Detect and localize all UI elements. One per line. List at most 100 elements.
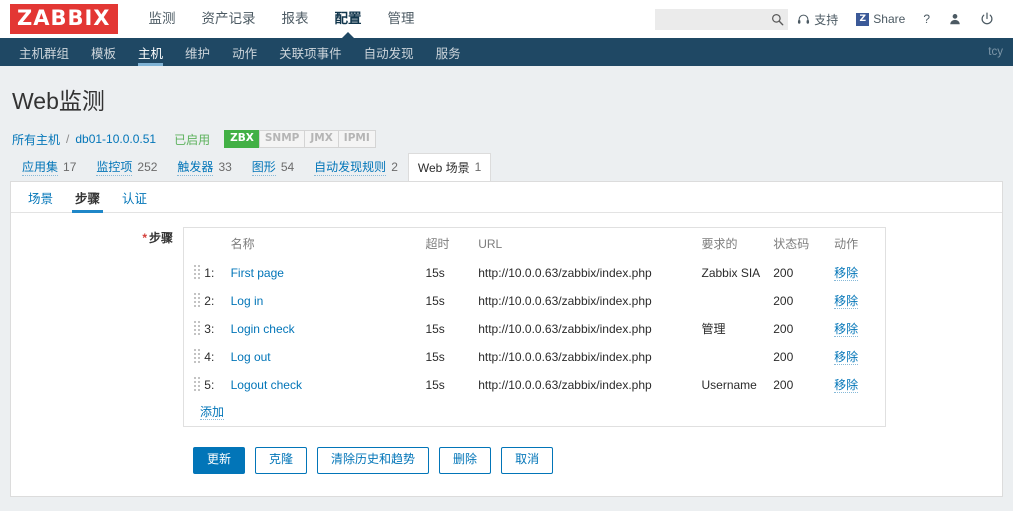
step-name-link[interactable]: First page	[231, 266, 284, 280]
row-number: 1:	[204, 265, 215, 280]
col-number	[204, 231, 224, 259]
support-link[interactable]: 支持	[788, 0, 847, 38]
col-action: 动作	[834, 237, 859, 252]
cancel-button[interactable]: 取消	[501, 447, 554, 474]
subnav-item-host-groups[interactable]: 主机群组	[8, 38, 80, 66]
entity-graphs[interactable]: 图形 54	[242, 153, 304, 181]
drag-handle-icon[interactable]	[194, 293, 204, 308]
zabbix-share-icon: Z	[856, 12, 870, 26]
step-timeout: 15s	[425, 349, 445, 364]
entity-triggers-link[interactable]: 触发器	[177, 158, 214, 177]
drag-handle-cell[interactable]	[184, 287, 204, 315]
steps-label-text: 步骤	[148, 231, 173, 246]
step-action-cell: 移除	[828, 259, 885, 287]
subnav-item-templates[interactable]: 模板	[80, 38, 127, 66]
main-menu: 监测 资产记录 报表 配置 管理	[136, 0, 428, 39]
remove-step-link[interactable]: 移除	[834, 322, 859, 338]
clear-history-button[interactable]: 清除历史和趋势	[317, 447, 430, 474]
remove-step-link[interactable]: 移除	[834, 294, 859, 310]
steps-table-container: 名称 超时 URL 要求的 状态码 动作 1: First page 15s h…	[183, 227, 886, 428]
user-icon	[948, 12, 962, 26]
entity-triggers-count: 33	[218, 160, 232, 175]
question-mark-icon: ?	[923, 12, 930, 26]
tab-scenario[interactable]: 场景	[17, 182, 64, 212]
interface-tag-jmx[interactable]: JMX	[304, 130, 338, 149]
step-status-code: 200	[773, 321, 794, 336]
step-status-code: 200	[773, 293, 794, 308]
subnav-item-services[interactable]: 服务	[425, 38, 472, 66]
support-label: 支持	[814, 12, 839, 27]
current-user-label: tcy	[988, 46, 1003, 58]
entity-web-scenarios[interactable]: Web 场景 1	[407, 153, 492, 182]
table-row: 5: Logout check 15s http://10.0.0.63/zab…	[184, 371, 885, 399]
step-status-code: 200	[773, 377, 794, 392]
main-menu-item-administration[interactable]: 管理	[375, 0, 428, 38]
add-step-link[interactable]: 添加	[200, 405, 225, 421]
signout-link[interactable]	[971, 0, 1003, 38]
search-box[interactable]	[655, 8, 789, 30]
entity-graphs-link[interactable]: 图形	[251, 158, 276, 177]
step-name-link[interactable]: Log in	[231, 294, 264, 308]
main-menu-item-monitoring[interactable]: 监测	[136, 0, 189, 38]
col-handle	[184, 231, 204, 259]
entity-items[interactable]: 监控项 252	[86, 153, 167, 181]
steps-header-row: 名称 超时 URL 要求的 状态码 动作	[184, 231, 885, 259]
step-name-link[interactable]: Log out	[231, 350, 271, 364]
drag-handle-icon[interactable]	[194, 321, 204, 336]
entity-applications[interactable]: 应用集 17	[12, 153, 86, 181]
update-button[interactable]: 更新	[193, 447, 246, 474]
drag-handle-icon[interactable]	[194, 377, 204, 392]
entity-triggers[interactable]: 触发器 33	[167, 153, 241, 181]
interface-tag-snmp[interactable]: SNMP	[258, 130, 305, 149]
step-status-code: 200	[773, 265, 794, 280]
search-input[interactable]	[661, 12, 772, 26]
row-number: 2:	[204, 293, 215, 308]
entity-items-link[interactable]: 监控项	[96, 158, 133, 177]
delete-button[interactable]: 删除	[439, 447, 492, 474]
interface-tag-zbx[interactable]: ZBX	[224, 130, 259, 149]
entity-discovery-rules[interactable]: 自动发现规则 2	[304, 153, 408, 181]
breadcrumb-host-name[interactable]: db01-10.0.0.51	[75, 132, 156, 146]
step-action-cell: 移除	[828, 315, 885, 343]
drag-handle-cell[interactable]	[184, 371, 204, 399]
help-link[interactable]: ?	[914, 0, 939, 38]
step-url: http://10.0.0.63/zabbix/index.php	[478, 321, 652, 336]
drag-handle-cell[interactable]	[184, 315, 204, 343]
main-menu-item-reports[interactable]: 报表	[269, 0, 322, 38]
subnav-item-actions[interactable]: 动作	[221, 38, 268, 66]
main-menu-item-configuration[interactable]: 配置	[322, 0, 375, 39]
step-required	[695, 343, 767, 371]
remove-step-link[interactable]: 移除	[834, 378, 859, 394]
steps-table-body: 1: First page 15s http://10.0.0.63/zabbi…	[184, 259, 885, 399]
step-timeout: 15s	[425, 293, 445, 308]
step-name-link[interactable]: Logout check	[231, 378, 302, 392]
entity-discovery-rules-link[interactable]: 自动发现规则	[314, 158, 387, 177]
search-icon[interactable]	[771, 13, 784, 26]
subnav-item-event-correlation[interactable]: 关联项事件	[268, 38, 353, 66]
zabbix-logo[interactable]: ZABBIX	[10, 4, 118, 34]
step-required: Zabbix SIA	[701, 265, 761, 280]
entity-applications-link[interactable]: 应用集	[22, 158, 59, 177]
drag-handle-cell[interactable]	[184, 259, 204, 287]
interface-tag-ipmi[interactable]: IPMI	[337, 130, 376, 149]
step-name-link[interactable]: Login check	[231, 322, 295, 336]
remove-step-link[interactable]: 移除	[834, 350, 859, 366]
col-url: URL	[478, 236, 503, 251]
drag-handle-icon[interactable]	[194, 349, 204, 364]
breadcrumb-all-hosts[interactable]: 所有主机	[12, 131, 60, 148]
clone-button[interactable]: 克隆	[255, 447, 308, 474]
tab-authentication[interactable]: 认证	[111, 182, 158, 212]
step-timeout: 15s	[425, 265, 445, 280]
entity-items-count: 252	[137, 160, 158, 175]
main-menu-item-inventory[interactable]: 资产记录	[189, 0, 269, 38]
subnav-item-maintenance[interactable]: 维护	[174, 38, 221, 66]
remove-step-link[interactable]: 移除	[834, 266, 859, 282]
subnav-item-discovery[interactable]: 自动发现	[353, 38, 425, 66]
steps-table-head: 名称 超时 URL 要求的 状态码 动作	[184, 231, 885, 259]
user-profile-link[interactable]	[939, 0, 971, 38]
tab-steps[interactable]: 步骤	[64, 182, 111, 214]
drag-handle-cell[interactable]	[184, 343, 204, 371]
share-link[interactable]: Z Share	[847, 0, 914, 38]
subnav-item-hosts[interactable]: 主机	[127, 38, 174, 66]
drag-handle-icon[interactable]	[194, 265, 204, 280]
